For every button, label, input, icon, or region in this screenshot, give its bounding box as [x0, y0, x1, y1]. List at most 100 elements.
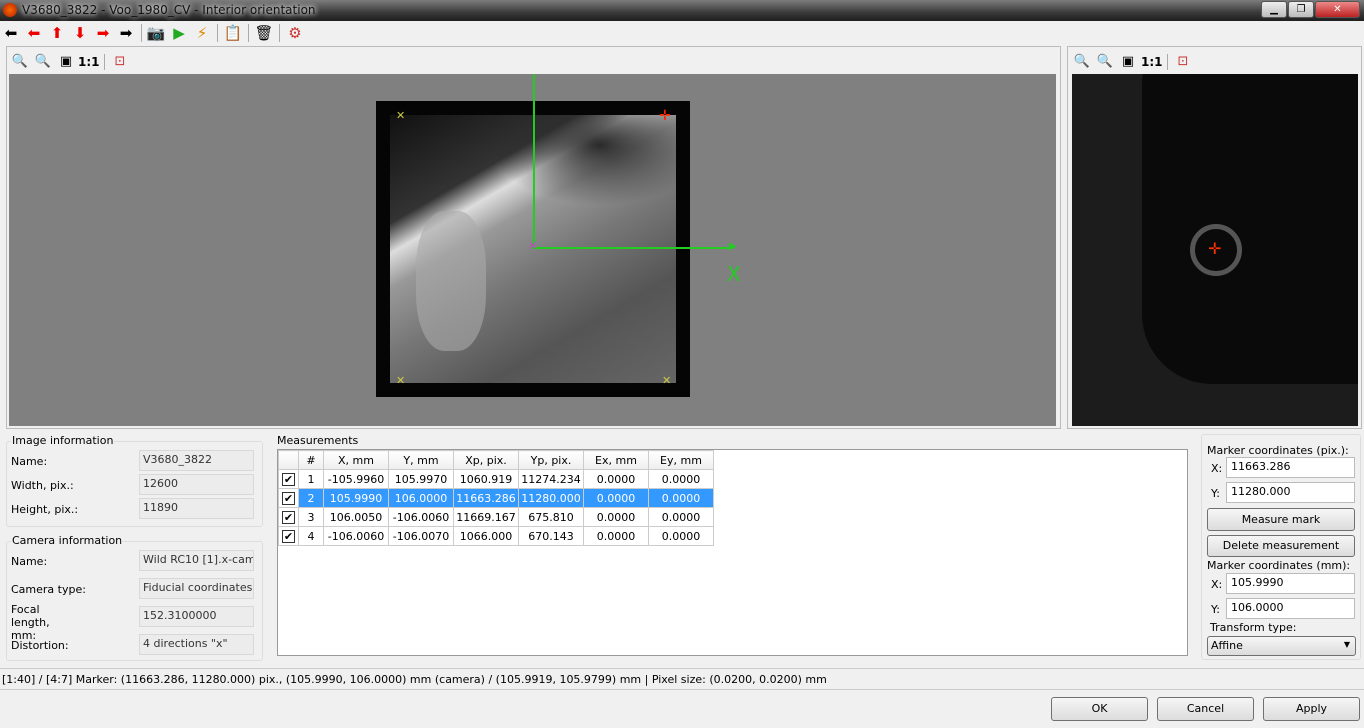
arrow-right-red-icon[interactable]: ➡ [93, 23, 113, 43]
measurements-table-container: # X, mm Y, mm Xp, pix. Yp, pix. Ex, mm Ey, mm … [277, 449, 1188, 656]
image-next-icon[interactable]: ▶ [169, 23, 189, 43]
status-text: [1:40] / [4:7] Marker: (11663.286, 11280… [2, 673, 827, 686]
table-cell: -106.0060 [323, 526, 389, 546]
marker-pix-x-input[interactable]: 11663.286 [1226, 457, 1355, 478]
table-row[interactable]: ✔ 1 -105.9960 105.9970 1060.919 11274.234 0.00… [278, 469, 714, 489]
camera-name-label: Name: [11, 555, 48, 568]
marker-pix-y-input[interactable]: 11280.000 [1226, 482, 1355, 503]
separator [141, 24, 142, 42]
table-cell: 106.0050 [323, 507, 389, 527]
trash-icon[interactable]: 🗑 [254, 23, 274, 43]
table-cell: 0.0000 [648, 526, 714, 546]
one-to-one-button[interactable]: 1:1 [1141, 52, 1163, 72]
add-settings-icon[interactable]: ⚙ [285, 23, 305, 43]
maximize-button[interactable]: ❐ [1288, 1, 1314, 18]
table-cell: 0.0000 [583, 488, 649, 508]
table-row[interactable]: ✔ 4 -106.0060 -106.0070 1066.000 670.143 0.000… [278, 526, 714, 546]
image-auto-icon[interactable]: ⚡ [192, 23, 212, 43]
table-cell: 11280.000 [518, 488, 584, 508]
cancel-button[interactable]: Cancel [1157, 697, 1254, 721]
image-width-field: 12600 [139, 474, 254, 495]
image-info-title: Image information [11, 434, 115, 447]
separator [104, 54, 105, 70]
window-title: V3680_3822 - Voo_1980_CV - Interior orie… [22, 3, 316, 17]
zoom-in-icon[interactable]: 🔍 [10, 52, 30, 72]
row-checkbox[interactable]: ✔ [282, 472, 295, 486]
row-checkbox[interactable]: ✔ [282, 529, 295, 543]
apply-button[interactable]: Apply [1263, 697, 1360, 721]
arrow-right-icon[interactable]: ➡ [116, 23, 136, 43]
transform-type-select[interactable]: Affine ▼ [1207, 636, 1356, 656]
marker-pix-y-label: Y: [1211, 487, 1220, 500]
table-row[interactable]: ✔ 3 106.0050 -106.0060 11669.167 675.810 0.000… [278, 507, 714, 527]
ok-button[interactable]: OK [1051, 697, 1148, 721]
focal-length-label: Focal length, mm: [11, 603, 50, 642]
arrow-left-icon[interactable]: ⬅ [1, 23, 21, 43]
column-header[interactable]: X, mm [323, 450, 389, 470]
marker-pix-label: Marker coordinates (pix.): [1207, 444, 1349, 457]
one-to-one-button[interactable]: 1:1 [78, 52, 100, 72]
copy-list-icon[interactable]: 📋 [223, 23, 243, 43]
camera-type-field: Fiducial coordinates [139, 578, 254, 599]
table-cell: 1066.000 [453, 526, 519, 546]
main-viewer-panel: 🔍 🔍 ▣ 1:1 ⊡ ✕ ✛ ✕ ✕ ▶ X ✕ [6, 46, 1061, 429]
image-name-field: V3680_3822 [139, 450, 254, 471]
distortion-field: 4 directions "x" [139, 634, 254, 655]
x-axis-line [533, 247, 733, 249]
separator [279, 24, 280, 42]
table-cell: 0.0000 [583, 526, 649, 546]
column-header[interactable]: Y, mm [388, 450, 454, 470]
table-cell: 670.143 [518, 526, 584, 546]
row-checkbox-cell: ✔ [278, 526, 299, 546]
arrow-up-red-icon[interactable]: ⬆ [47, 23, 67, 43]
column-header[interactable]: Ey, mm [648, 450, 714, 470]
focal-length-field: 152.3100000 [139, 606, 254, 627]
column-header[interactable]: # [298, 450, 324, 470]
measurements-title: Measurements [277, 434, 359, 447]
marker-mm-x-input[interactable]: 105.9990 [1226, 573, 1355, 594]
row-checkbox[interactable]: ✔ [282, 510, 295, 524]
detail-canvas[interactable]: ✛ [1072, 74, 1358, 426]
center-marker-icon[interactable]: ⊡ [1173, 52, 1193, 72]
table-row[interactable]: ✔ 2 105.9990 106.0000 11663.286 11280.000 0.00… [278, 488, 714, 508]
zoom-fit-icon[interactable]: ▣ [1118, 52, 1138, 72]
image-canvas[interactable]: ✕ ✛ ✕ ✕ ▶ X ✕ [9, 74, 1056, 426]
measure-mark-button[interactable]: Measure mark [1207, 508, 1355, 531]
table-cell: 0.0000 [648, 507, 714, 527]
arrow-left-red-icon[interactable]: ⬅ [24, 23, 44, 43]
arrow-down-red-icon[interactable]: ⬇ [70, 23, 90, 43]
row-checkbox[interactable]: ✔ [282, 491, 295, 505]
column-header[interactable]: Ex, mm [583, 450, 649, 470]
minimize-button[interactable]: ▁ [1261, 1, 1287, 18]
zoom-fit-icon[interactable]: ▣ [56, 52, 76, 72]
table-cell: 105.9990 [323, 488, 389, 508]
fiducial-mark: ✕ [396, 109, 406, 122]
table-cell: 11669.167 [453, 507, 519, 527]
zoom-out-icon[interactable]: 🔍 [1095, 52, 1115, 72]
marker-mm-y-label: Y: [1211, 603, 1220, 616]
delete-measurement-button[interactable]: Delete measurement [1207, 535, 1355, 557]
marker-mm-y-input[interactable]: 106.0000 [1226, 598, 1355, 619]
separator [248, 24, 249, 42]
zoom-out-icon[interactable]: 🔍 [33, 52, 53, 72]
close-button[interactable]: ✕ [1315, 1, 1360, 18]
row-checkbox-cell: ✔ [278, 488, 299, 508]
zoom-in-icon[interactable]: 🔍 [1072, 52, 1092, 72]
y-axis-line [533, 74, 535, 249]
transform-type-value: Affine [1211, 639, 1243, 652]
camera-icon[interactable]: 📷 [146, 23, 166, 43]
fiducial-mark: ✕ [396, 374, 406, 387]
column-header[interactable]: Yp, pix. [518, 450, 584, 470]
table-cell: 1 [298, 469, 324, 489]
center-marker-icon[interactable]: ⊡ [110, 52, 130, 72]
x-axis-arrow: ▶ [729, 241, 737, 252]
table-cell: 4 [298, 526, 324, 546]
column-header[interactable]: Xp, pix. [453, 450, 519, 470]
table-cell: 106.0000 [388, 488, 454, 508]
image-width-label: Width, pix.: [11, 479, 74, 492]
marker-pix-x-label: X: [1211, 462, 1223, 475]
lagoon [416, 211, 486, 351]
table-cell: 3 [298, 507, 324, 527]
table-cell: 675.810 [518, 507, 584, 527]
title-bar: V3680_3822 - Voo_1980_CV - Interior orie… [0, 0, 1364, 21]
